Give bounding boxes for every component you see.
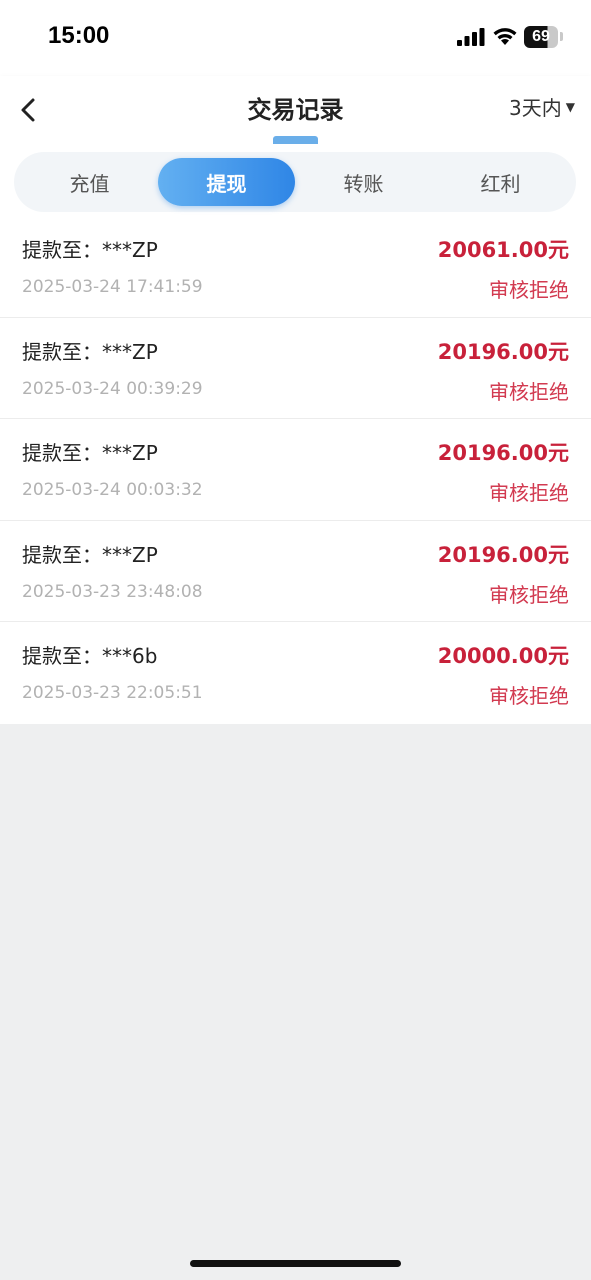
tab-label: 转账	[343, 171, 384, 196]
home-indicator	[190, 1260, 401, 1267]
record-destination: 提款至：***ZP	[22, 441, 158, 465]
record-row[interactable]: 提款至：***ZP 20196.00元 2025-03-23 23:48:08 …	[0, 521, 591, 622]
screen: 15:00 69 交易记录 3天内 ▼ 充值 提现 转账 红利 提款至：***Z…	[0, 0, 591, 1280]
signal-icon	[457, 28, 485, 46]
record-amount: 20061.00元	[437, 238, 569, 262]
tab-label: 充值	[69, 171, 110, 196]
battery-cap	[560, 32, 563, 41]
record-time: 2025-03-23 23:48:08	[22, 581, 203, 602]
range-filter-label: 3天内	[509, 96, 562, 120]
wifi-icon	[493, 28, 517, 45]
battery-icon: 69	[524, 26, 558, 48]
nav-bar: 交易记录 3天内 ▼	[0, 76, 591, 144]
record-destination: 提款至：***ZP	[22, 238, 158, 262]
records-list: 提款至：***ZP 20061.00元 2025-03-24 17:41:59 …	[0, 216, 591, 724]
tabs-container: 充值 提现 转账 红利	[0, 144, 591, 216]
record-status: 审核拒绝	[489, 582, 569, 607]
record-destination: 提款至：***ZP	[22, 542, 158, 567]
record-time: 2025-03-24 00:39:29	[22, 378, 203, 399]
record-amount: 20196.00元	[437, 339, 569, 364]
title-underline	[273, 136, 318, 144]
record-time: 2025-03-24 00:03:32	[22, 480, 203, 500]
tab-transfer[interactable]: 转账	[295, 158, 432, 206]
record-row[interactable]: 提款至：***6b 20000.00元 2025-03-23 22:05:51 …	[0, 622, 591, 724]
record-time: 2025-03-23 22:05:51	[22, 683, 203, 703]
tab-label: 提现	[206, 171, 247, 196]
record-status: 审核拒绝	[489, 379, 569, 404]
range-filter-dropdown[interactable]: 3天内 ▼	[509, 92, 575, 121]
record-status: 审核拒绝	[489, 481, 569, 505]
record-time: 2025-03-24 17:41:59	[22, 277, 203, 297]
tab-label: 红利	[480, 171, 521, 196]
record-amount: 20196.00元	[437, 542, 569, 567]
record-destination: 提款至：***ZP	[22, 339, 158, 364]
record-row[interactable]: 提款至：***ZP 20196.00元 2025-03-24 00:03:32 …	[0, 419, 591, 521]
tab-bonus[interactable]: 红利	[432, 158, 569, 206]
page-title: 交易记录	[247, 96, 344, 124]
status-bar: 15:00 69	[0, 0, 591, 76]
battery-level: 69	[532, 28, 550, 45]
record-amount: 20196.00元	[437, 441, 569, 465]
tab-withdraw[interactable]: 提现	[158, 158, 295, 206]
record-amount: 20000.00元	[437, 644, 569, 668]
tab-bar: 充值 提现 转账 红利	[14, 152, 576, 212]
status-time: 15:00	[48, 22, 110, 49]
record-destination: 提款至：***6b	[22, 644, 158, 668]
tab-deposit[interactable]: 充值	[21, 158, 158, 206]
record-row[interactable]: 提款至：***ZP 20196.00元 2025-03-24 00:39:29 …	[0, 318, 591, 419]
record-row[interactable]: 提款至：***ZP 20061.00元 2025-03-24 17:41:59 …	[0, 216, 591, 318]
caret-down-icon: ▼	[565, 99, 575, 114]
record-status: 审核拒绝	[489, 684, 569, 708]
record-status: 审核拒绝	[489, 278, 569, 302]
